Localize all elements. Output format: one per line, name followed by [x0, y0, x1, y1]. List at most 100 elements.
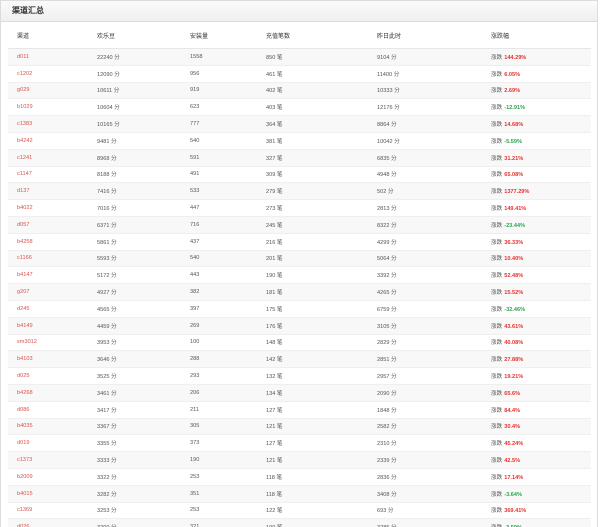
- yesterday-cell: 693 分: [368, 502, 482, 520]
- change-cell: 涨跌 40.08%: [482, 334, 591, 352]
- channel-link[interactable]: d086: [8, 401, 88, 419]
- beans-cell: 4565 分: [88, 300, 181, 318]
- yesterday-cell: 8322 分: [368, 216, 482, 234]
- yesterday-cell: 2851 分: [368, 350, 482, 369]
- change-label: 涨跌: [491, 458, 503, 465]
- channel-link[interactable]: d245: [8, 300, 88, 318]
- channel-link[interactable]: d137: [8, 182, 88, 201]
- channel-summary-panel: 渠道汇总 渠道 欢乐豆 安装量 充值笔数 昨日此时 涨跌幅 d011 22240 …: [0, 0, 598, 527]
- beans-cell: 7416 分: [88, 182, 181, 201]
- yesterday-cell: 502 分: [368, 182, 482, 201]
- change-cell: 涨跌 52.48%: [482, 266, 591, 285]
- recharges-cell: 327 笔: [257, 149, 368, 167]
- channel-link[interactable]: b4268: [8, 384, 88, 402]
- installs-cell: 351: [181, 485, 257, 503]
- channel-link[interactable]: d057: [8, 216, 88, 234]
- change-value: 2.69%: [504, 88, 521, 95]
- channel-link[interactable]: b4242: [8, 132, 88, 150]
- yesterday-cell: 2813 分: [368, 199, 482, 217]
- yesterday-cell: 6835 分: [368, 149, 482, 167]
- installs-cell: 623: [181, 98, 257, 117]
- table-row: d019 3355 分 373 127 笔 2310 分涨跌 45.24%: [8, 434, 591, 453]
- recharges-cell: 245 笔: [257, 216, 368, 234]
- channel-link[interactable]: d025: [8, 367, 88, 385]
- installs-cell: 777: [181, 115, 257, 133]
- change-cell: 涨跌 1377.29%: [482, 182, 591, 201]
- channel-link[interactable]: b4258: [8, 233, 88, 251]
- channel-link[interactable]: sm3012: [8, 334, 88, 352]
- change-label: 涨跌: [491, 256, 503, 263]
- table-row: c1147 8188 分 491 309 笔 4948 分涨跌 65.08%: [8, 166, 591, 184]
- yesterday-cell: 2339 分: [368, 451, 482, 469]
- channel-link[interactable]: c1369: [8, 502, 88, 520]
- channel-link[interactable]: c1202: [8, 65, 88, 83]
- column-header-change[interactable]: 涨跌幅: [482, 22, 591, 49]
- table-row: c1241 8968 分 591 327 笔 6835 分涨跌 31.21%: [8, 149, 591, 167]
- table-row: d245 4565 分 397 175 笔 6759 分涨跌 -32.46%: [8, 300, 591, 318]
- yesterday-cell: 8864 分: [368, 115, 482, 133]
- recharges-cell: 127 笔: [257, 434, 368, 453]
- channel-link[interactable]: g207: [8, 283, 88, 301]
- channel-link[interactable]: b4147: [8, 266, 88, 285]
- table-row: d137 7416 分 533 279 笔 502 分涨跌 1377.29%: [8, 182, 591, 201]
- table-row: d0263200 分321109 笔3285 分涨跌-3.59%: [8, 518, 591, 527]
- installs-cell: 321: [181, 518, 257, 527]
- column-header-channel[interactable]: 渠道: [8, 22, 88, 49]
- change-value: -3.64%: [504, 491, 522, 498]
- channel-link[interactable]: b4103: [8, 350, 88, 369]
- table-row: b2009 3322 分 253 118 笔 2836 分涨跌 17.14%: [8, 468, 591, 486]
- channel-link[interactable]: d026: [8, 518, 88, 527]
- channel-link[interactable]: c1166: [8, 250, 88, 268]
- recharges-cell: 121 笔: [257, 451, 368, 469]
- recharges-cell: 118 笔: [257, 468, 368, 486]
- recharges-cell: 273 笔: [257, 199, 368, 217]
- recharges-cell: 364 笔: [257, 115, 368, 133]
- channel-link[interactable]: g029: [8, 82, 88, 100]
- yesterday-cell: 3392 分: [368, 266, 482, 285]
- installs-cell: 253: [181, 502, 257, 520]
- column-header-yesterday[interactable]: 昨日此时: [368, 22, 482, 49]
- table-row: b4147 5172 分 443 190 笔 3392 分涨跌 52.48%: [8, 266, 591, 285]
- column-header-beans[interactable]: 欢乐豆: [88, 22, 181, 49]
- channel-link[interactable]: b2009: [8, 468, 88, 486]
- channel-link[interactable]: c1383: [8, 115, 88, 133]
- recharges-cell: 850 笔: [257, 48, 368, 66]
- channel-link[interactable]: c1241: [8, 149, 88, 167]
- change-cell: 涨跌 17.14%: [482, 468, 591, 486]
- change-cell: 涨跌 14.68%: [482, 115, 591, 133]
- change-cell: 涨跌 -12.91%: [482, 98, 591, 117]
- change-cell: 涨跌 42.5%: [482, 451, 591, 469]
- yesterday-cell: 10042 分: [368, 132, 482, 150]
- change-cell: 涨跌 -3.64%: [482, 485, 591, 503]
- change-value: -5.59%: [504, 138, 522, 145]
- change-value: 144.29%: [504, 54, 527, 61]
- channel-link[interactable]: d011: [8, 48, 88, 66]
- change-value: 15.52%: [504, 290, 524, 297]
- channel-link[interactable]: b1029: [8, 98, 88, 117]
- yesterday-cell: 2836 分: [368, 468, 482, 486]
- column-header-installs[interactable]: 安装量: [181, 22, 257, 49]
- change-cell: 涨跌 45.24%: [482, 434, 591, 453]
- column-header-recharges[interactable]: 充值笔数: [257, 22, 368, 49]
- change-label: 涨跌: [491, 122, 503, 129]
- channel-link[interactable]: b4035: [8, 418, 88, 436]
- channel-link[interactable]: d019: [8, 434, 88, 453]
- change-label: 涨跌: [491, 206, 503, 213]
- change-label: 涨跌: [491, 306, 503, 313]
- beans-cell: 3253 分: [88, 502, 181, 520]
- recharges-cell: 132 笔: [257, 367, 368, 385]
- channel-link[interactable]: c1373: [8, 451, 88, 469]
- beans-cell: 9481 分: [88, 132, 181, 150]
- beans-cell: 22240 分: [88, 48, 181, 66]
- channel-link[interactable]: b4022: [8, 199, 88, 217]
- change-cell: 涨跌 27.88%: [482, 350, 591, 369]
- change-label: 涨跌: [491, 88, 503, 95]
- change-cell: 涨跌 30.4%: [482, 418, 591, 436]
- change-value: 27.88%: [504, 357, 524, 364]
- installs-cell: 305: [181, 418, 257, 436]
- channel-link[interactable]: c1147: [8, 166, 88, 184]
- channel-link[interactable]: b4149: [8, 317, 88, 335]
- channel-link[interactable]: b4015: [8, 485, 88, 503]
- table-row: b4258 5861 分 437 216 笔 4299 分涨跌 36.33%: [8, 233, 591, 251]
- change-cell: 涨跌 65.6%: [482, 384, 591, 402]
